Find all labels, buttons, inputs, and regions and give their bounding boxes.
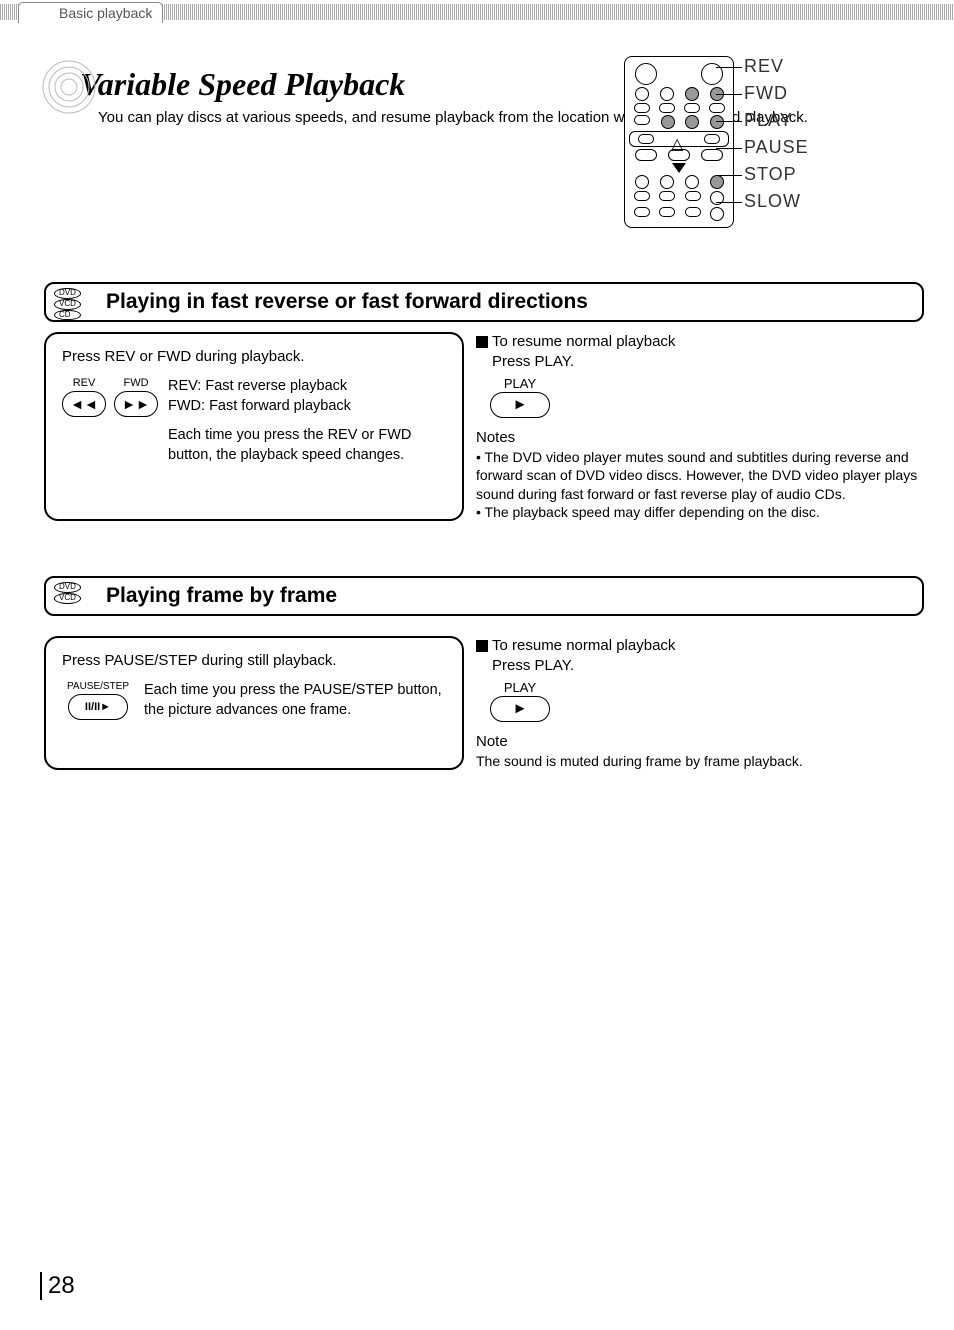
section2-desc: Each time you press the PAUSE/STEP butto… (144, 681, 446, 720)
section1-desc1: REV: Fast reverse playback FWD: Fast for… (168, 377, 446, 416)
fwd-button-icon: FWD ►► (114, 377, 158, 475)
play-button-diagram: PLAY ► (490, 375, 924, 419)
play-label: PLAY (490, 679, 550, 697)
disc-icons: DVD VCD CD (54, 288, 81, 320)
disc-cd: CD (54, 310, 81, 321)
remote-label-pause: PAUSE (744, 137, 924, 158)
disc-vcd: VCD (54, 593, 81, 604)
section1-desc2: Each time you press the REV or FWD butto… (168, 426, 446, 465)
remote-labels: REV FWD PLAY PAUSE STOP SLOW (734, 56, 924, 228)
square-bullet-icon (476, 640, 488, 652)
section1-right: To resume normal playback Press PLAY. PL… (476, 332, 924, 521)
disc-icons: DVD VCD (54, 582, 81, 604)
section2-right: To resume normal playback Press PLAY. PL… (476, 636, 924, 770)
play-icon: ► (490, 392, 550, 418)
section-bar-fastplay: DVD VCD CD Playing in fast reverse or fa… (44, 282, 924, 322)
play-button-diagram: PLAY ► (490, 679, 924, 723)
rev-icon: ◄◄ (62, 391, 106, 417)
remote-label-stop: STOP (744, 164, 924, 185)
disc-vcd: VCD (54, 299, 81, 310)
pause-step-icon: II/II► (68, 694, 128, 720)
fwd-label: FWD (123, 377, 148, 389)
remote-label-play: PLAY (744, 110, 924, 131)
section1-body: Press REV or FWD during playback. REV ◄◄… (44, 332, 924, 521)
rev-button-icon: REV ◄◄ (62, 377, 106, 475)
note-item: The playback speed may differ depending … (476, 503, 924, 521)
section1-resume-b: Press PLAY. (492, 352, 924, 372)
section2-instruction-box: Press PAUSE/STEP during still playback. … (44, 636, 464, 770)
section1-instruction-box: Press REV or FWD during playback. REV ◄◄… (44, 332, 464, 521)
note-heading: Note (476, 732, 924, 752)
fwd-icon: ►► (114, 391, 158, 417)
notes-heading: Notes (476, 428, 924, 448)
pause-step-button-icon: PAUSE/STEP II/II► (62, 681, 134, 730)
disc-dvd: DVD (54, 288, 81, 299)
page-number: 28 (40, 1272, 75, 1300)
remote-label-fwd: FWD (744, 83, 924, 104)
play-icon: ► (490, 696, 550, 722)
note-item: The DVD video player mutes sound and sub… (476, 448, 924, 503)
section1-heading: Playing in fast reverse or fast forward … (106, 290, 910, 314)
play-label: PLAY (490, 375, 550, 393)
swirl-icon (40, 58, 98, 116)
square-bullet-icon (476, 336, 488, 348)
pause-step-label: PAUSE/STEP (67, 681, 129, 692)
section2-heading: Playing frame by frame (106, 584, 910, 608)
disc-dvd: DVD (54, 582, 81, 593)
rev-label: REV (73, 377, 96, 389)
section1-lead: Press REV or FWD during playback. (62, 348, 446, 365)
section-tab: Basic playback (18, 2, 163, 23)
remote-label-rev: REV (744, 56, 924, 77)
note-text: The sound is muted during frame by frame… (476, 752, 924, 770)
remote-diagram: △ REV FWD PLAY PAUSE STOP SLOW (624, 56, 924, 228)
section-bar-frame: DVD VCD Playing frame by frame (44, 576, 924, 616)
section2-resume-h: To resume normal playback (492, 637, 675, 654)
remote-label-slow: SLOW (744, 191, 924, 212)
section2-lead: Press PAUSE/STEP during still playback. (62, 652, 446, 669)
section2-body: Press PAUSE/STEP during still playback. … (44, 636, 924, 770)
section2-resume-b: Press PLAY. (492, 656, 924, 676)
section1-resume-h: To resume normal playback (492, 333, 675, 350)
